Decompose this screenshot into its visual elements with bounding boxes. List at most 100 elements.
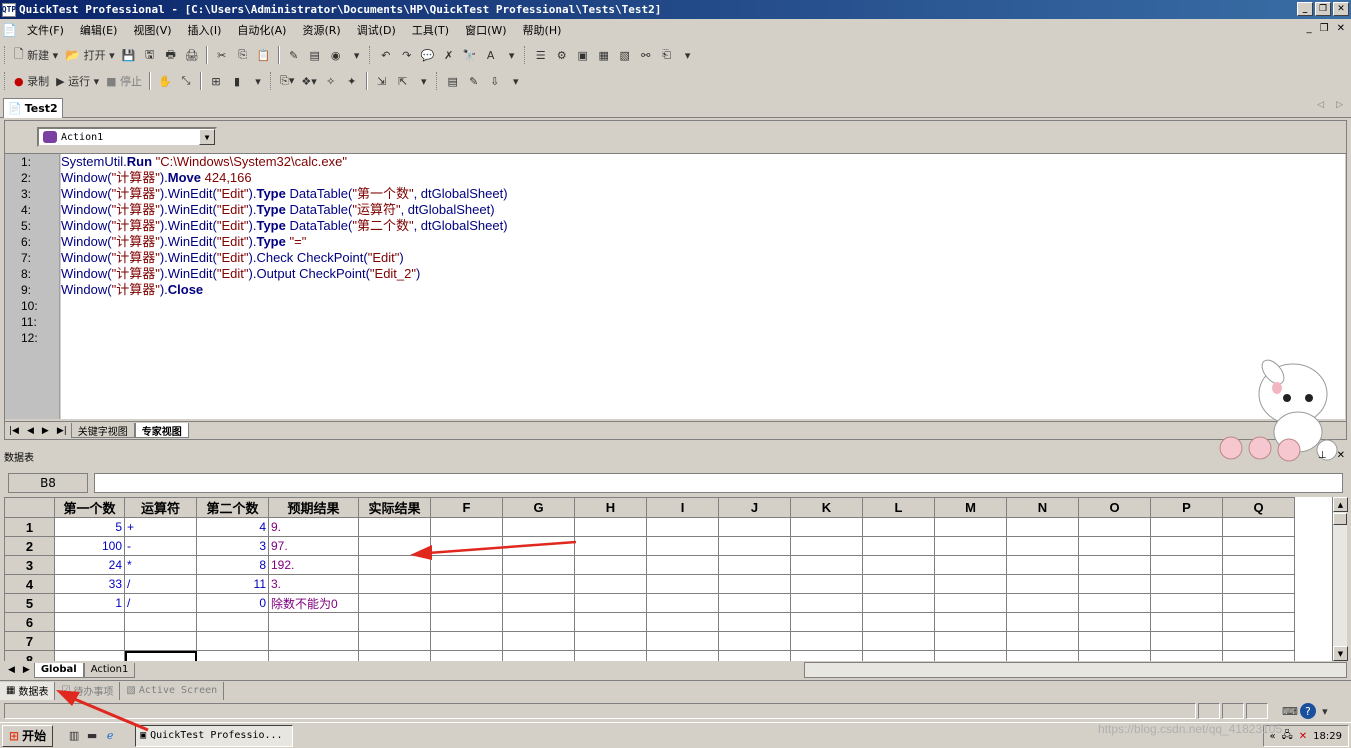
menu-edit[interactable]: 编辑(E) <box>72 22 126 38</box>
table-cell[interactable] <box>574 650 647 661</box>
table-cell[interactable] <box>196 631 269 651</box>
insert-step-icon[interactable]: ⎘▾ <box>278 71 296 91</box>
table-cell[interactable] <box>862 650 935 661</box>
table-cell[interactable] <box>790 555 863 575</box>
table-cell[interactable] <box>574 517 647 537</box>
table-cell[interactable] <box>124 612 197 632</box>
column-header[interactable]: 运算符 <box>124 497 197 518</box>
table-cell[interactable]: 除数不能为0 <box>268 593 359 613</box>
table-cell[interactable]: 1 <box>54 593 125 613</box>
table-cell[interactable] <box>646 574 719 594</box>
table-cell[interactable] <box>124 650 197 661</box>
table-cell[interactable]: 97. <box>268 536 359 556</box>
table-cell[interactable]: * <box>124 555 197 575</box>
table-cell[interactable]: / <box>124 574 197 594</box>
quicklaunch-desktop-icon[interactable]: ▬ <box>83 726 101 746</box>
tab-datatable[interactable]: ▦ 数据表 <box>0 681 56 700</box>
last-tab-icon[interactable]: ▶| <box>57 426 67 436</box>
column-header[interactable]: Q <box>1222 497 1295 518</box>
code-editor[interactable]: SystemUtil.Run "C:\Windows\System32\calc… <box>61 154 1345 419</box>
run-button[interactable]: ▶ 运行 ▾ <box>54 71 101 91</box>
table-cell[interactable] <box>646 555 719 575</box>
table-cell[interactable] <box>862 631 935 651</box>
doc-menu-icon[interactable]: 📄 <box>0 20 19 40</box>
table-cell[interactable] <box>430 612 503 632</box>
table-cell[interactable] <box>54 631 125 651</box>
first-tab-icon[interactable]: |◀ <box>9 426 19 436</box>
table-cell[interactable] <box>574 631 647 651</box>
prev-tab-icon[interactable]: ◀ <box>27 426 34 436</box>
tab-active-screen[interactable]: ▧ Active Screen <box>120 681 225 700</box>
table-cell[interactable] <box>1222 612 1295 632</box>
menu-window[interactable]: 窗口(W) <box>457 22 514 38</box>
table-cell[interactable]: 9. <box>268 517 359 537</box>
row-header[interactable]: 4 <box>4 574 55 594</box>
table-cell[interactable] <box>574 536 647 556</box>
print-preview-icon[interactable]: 🖨 <box>183 45 201 65</box>
table-cell[interactable] <box>718 555 791 575</box>
table-cell[interactable] <box>430 574 503 594</box>
table-cell[interactable] <box>646 593 719 613</box>
table-cell[interactable] <box>1078 574 1151 594</box>
table-cell[interactable] <box>1006 574 1079 594</box>
table-cell[interactable] <box>646 631 719 651</box>
code-line[interactable]: Window("计算器").WinEdit("Edit").Type DataT… <box>61 186 1345 202</box>
table-cell[interactable] <box>268 631 359 651</box>
action-selector[interactable]: Action1 ▼ <box>37 127 217 147</box>
table-cell[interactable] <box>1078 650 1151 661</box>
step-out-icon[interactable]: ⇱ <box>394 71 412 91</box>
keyboard-icon[interactable]: ⌨ <box>1280 701 1300 721</box>
table-cell[interactable] <box>1222 631 1295 651</box>
comment-icon[interactable]: 💬 <box>419 45 437 65</box>
scroll-up-icon[interactable]: ▲ <box>1333 497 1348 512</box>
column-header[interactable]: M <box>934 497 1007 518</box>
table-cell[interactable] <box>502 517 575 537</box>
table-cell[interactable] <box>502 555 575 575</box>
table-cell[interactable] <box>358 555 431 575</box>
close-pane-icon[interactable]: ✕ <box>1337 450 1345 461</box>
table-cell[interactable]: 0 <box>196 593 269 613</box>
menu-help[interactable]: 帮助(H) <box>515 22 570 38</box>
tab-keyword-view[interactable]: 关键字视图 <box>70 423 135 438</box>
table-cell[interactable] <box>430 536 503 556</box>
table-cell[interactable] <box>862 517 935 537</box>
output-value-icon[interactable]: ▮ <box>228 71 246 91</box>
table-cell[interactable] <box>574 612 647 632</box>
undo-icon[interactable]: ↶ <box>377 45 395 65</box>
table-cell[interactable]: / <box>124 593 197 613</box>
table-cell[interactable]: 11 <box>196 574 269 594</box>
code-line[interactable]: Window("计算器").WinEdit("Edit").Check Chec… <box>61 250 1345 266</box>
table-cell[interactable] <box>1006 517 1079 537</box>
table-cell[interactable] <box>790 650 863 661</box>
table-cell[interactable] <box>1078 555 1151 575</box>
minimize-button[interactable]: _ <box>1297 2 1313 16</box>
grid-vertical-scrollbar[interactable]: ▲ ▼ <box>1332 497 1348 661</box>
next-tab-icon[interactable]: ▶ <box>42 426 49 436</box>
code-line[interactable]: Window("计算器").WinEdit("Edit").Type "=" <box>61 234 1345 250</box>
taskbar-item-qtp[interactable]: ▣ QuickTest Professio... <box>135 724 294 747</box>
table-cell[interactable] <box>718 593 791 613</box>
column-header[interactable]: 预期结果 <box>268 497 359 518</box>
table-cell[interactable]: 33 <box>54 574 125 594</box>
column-header[interactable]: K <box>790 497 863 518</box>
font-icon[interactable]: A <box>482 45 500 65</box>
table-cell[interactable]: 100 <box>54 536 125 556</box>
menu-resources[interactable]: 资源(R) <box>294 22 348 38</box>
table-cell[interactable] <box>1150 593 1223 613</box>
menu-automation[interactable]: 自动化(A) <box>229 22 294 38</box>
table-cell[interactable] <box>1006 631 1079 651</box>
row-header[interactable]: 2 <box>4 536 55 556</box>
quicklaunch-ie-icon[interactable]: ℯ <box>101 726 119 746</box>
table-cell[interactable] <box>574 555 647 575</box>
table-cell[interactable] <box>862 612 935 632</box>
table-cell[interactable] <box>430 650 503 661</box>
table-cell[interactable] <box>790 517 863 537</box>
table-cell[interactable]: + <box>124 517 197 537</box>
column-header[interactable]: G <box>502 497 575 518</box>
table-cell[interactable] <box>358 593 431 613</box>
quicklaunch-server-icon[interactable]: ▥ <box>65 726 83 746</box>
table-cell[interactable]: 24 <box>54 555 125 575</box>
table-cell[interactable] <box>430 593 503 613</box>
table-cell[interactable] <box>718 574 791 594</box>
table-cell[interactable]: 192. <box>268 555 359 575</box>
